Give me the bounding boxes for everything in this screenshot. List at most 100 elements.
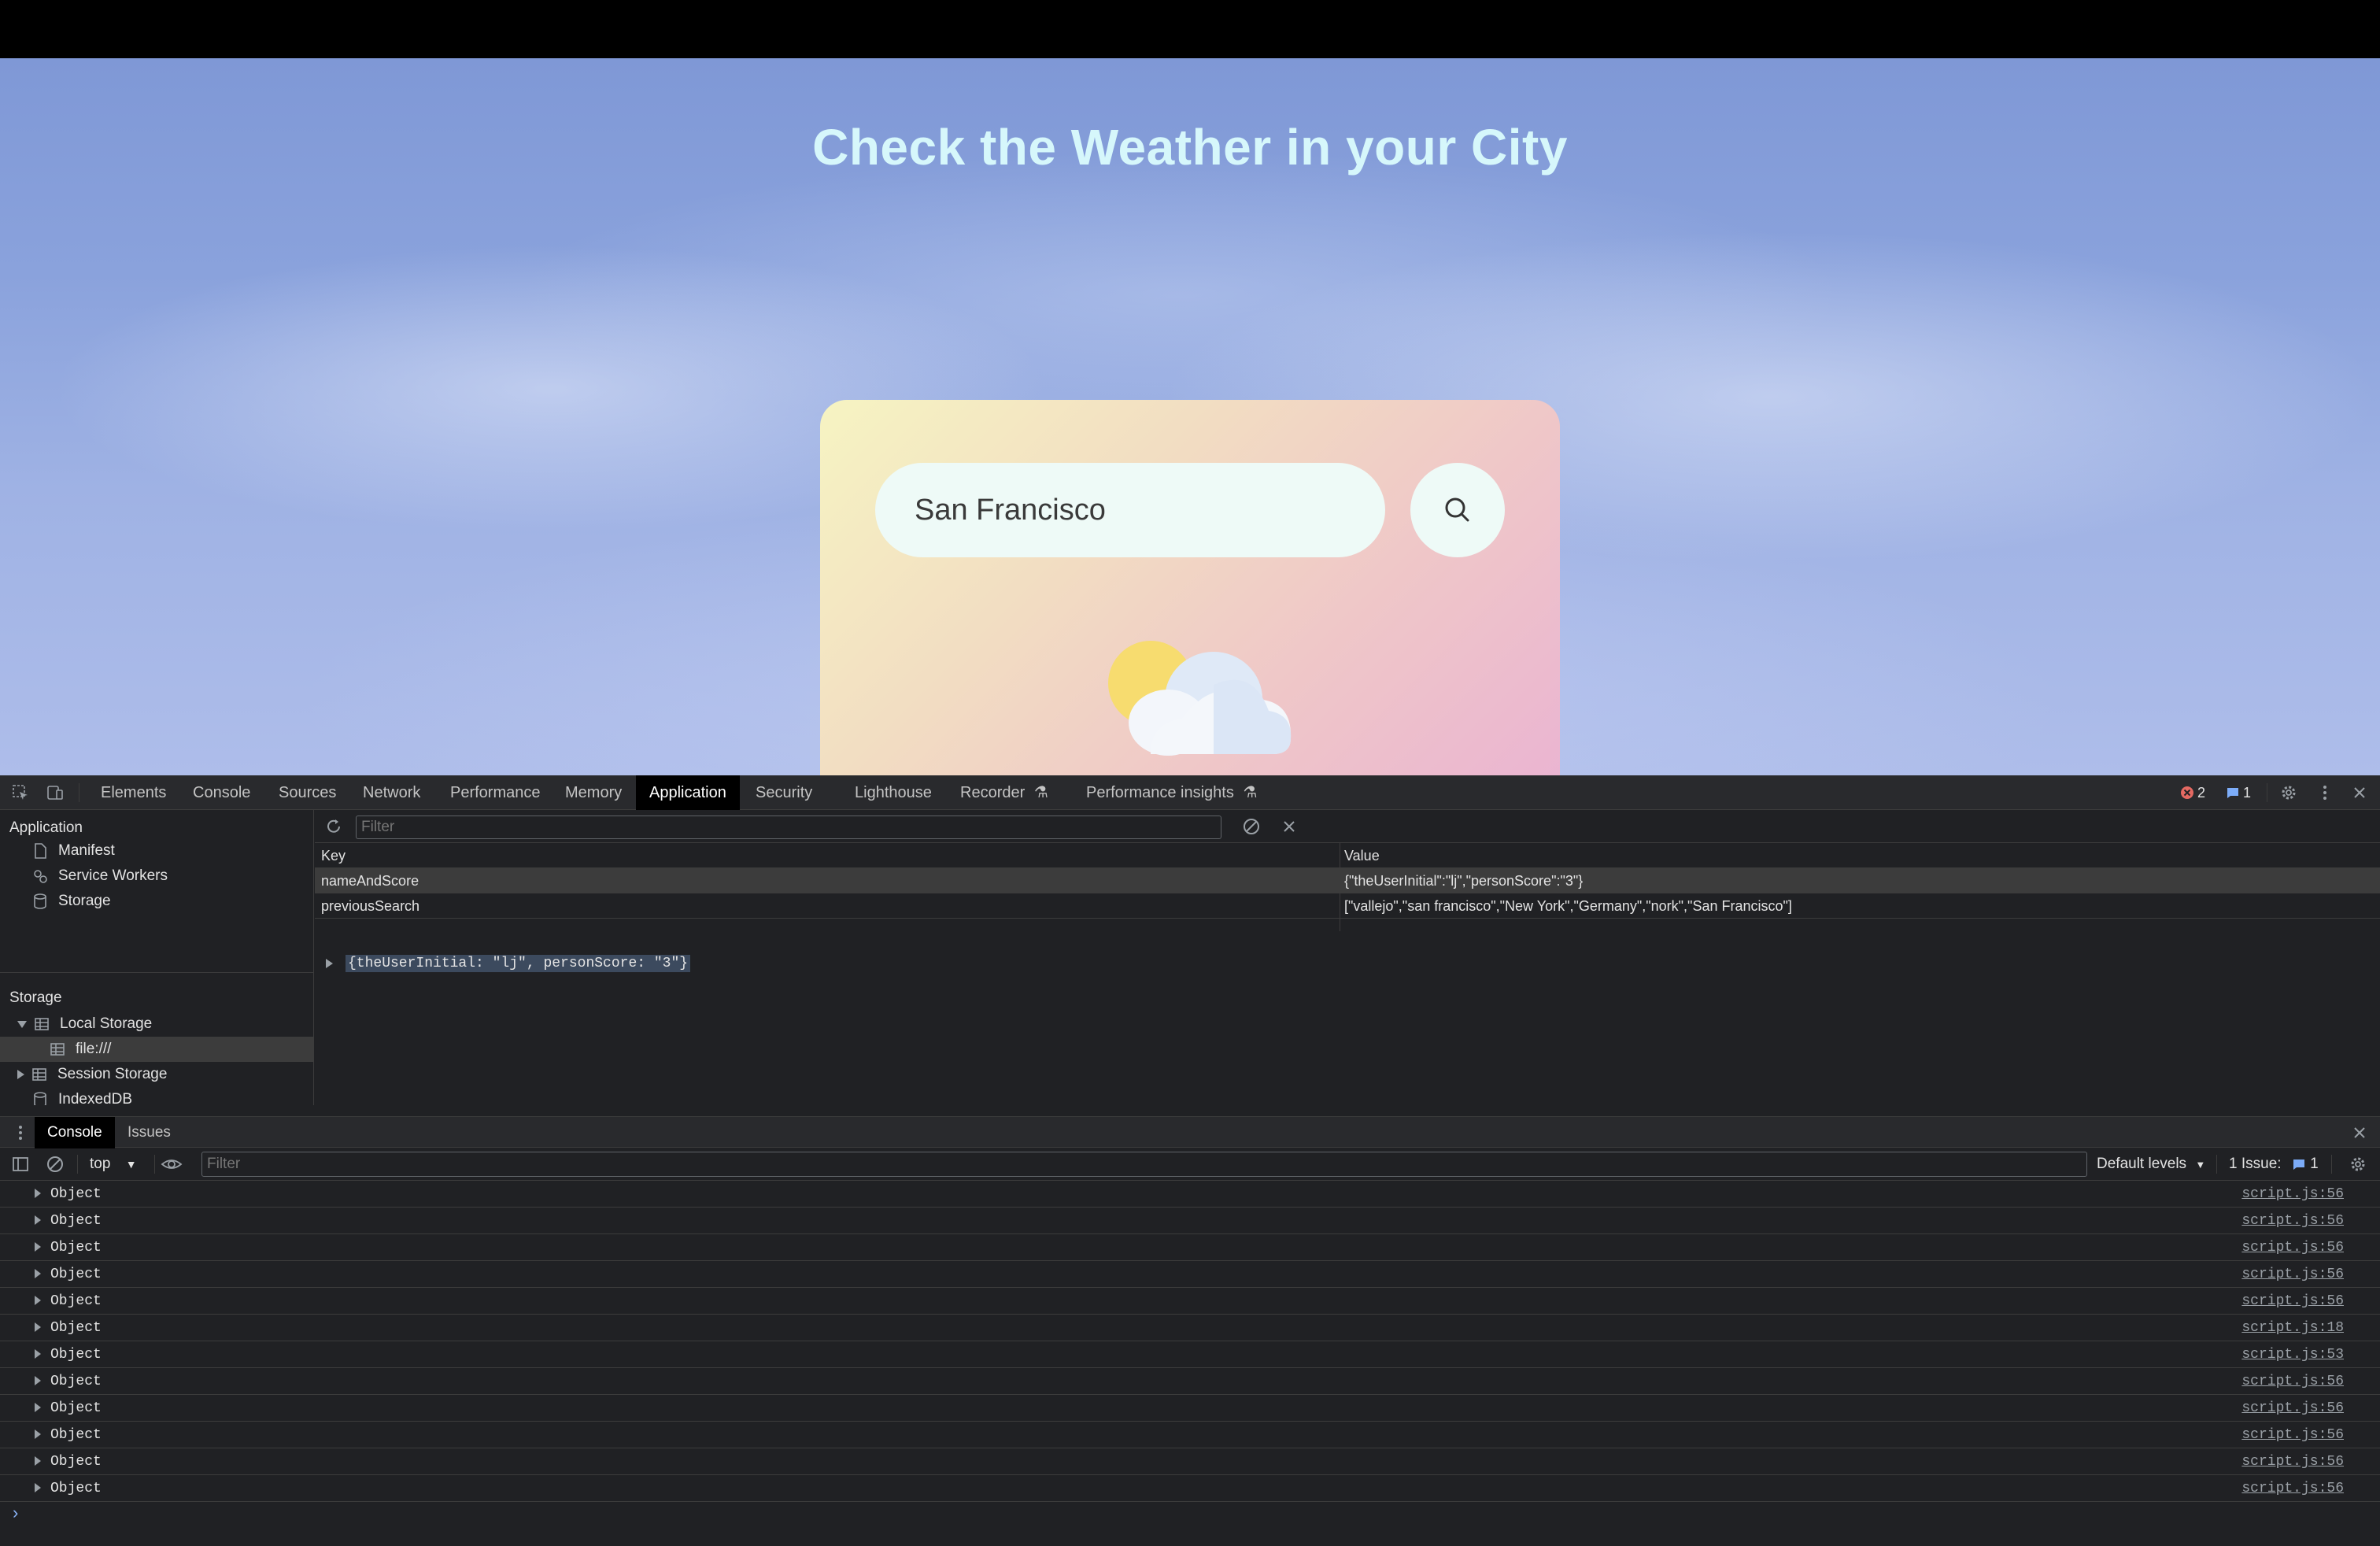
close-icon[interactable] [2350, 783, 2369, 802]
expand-arrow-icon[interactable] [35, 1376, 41, 1385]
console-message-row[interactable]: Object script.js:56 [0, 1208, 2380, 1234]
refresh-icon[interactable] [324, 817, 343, 836]
expand-arrow-icon[interactable] [35, 1429, 41, 1439]
sidebar-item-manifest[interactable]: Manifest [31, 838, 115, 864]
log-levels-dropdown[interactable]: Default levels ▼ [2097, 1148, 2205, 1181]
expand-arrow-icon[interactable] [35, 1215, 41, 1225]
delete-selected-icon[interactable] [1280, 817, 1299, 836]
eye-icon[interactable] [161, 1155, 183, 1174]
row-key: nameAndScore [321, 873, 419, 889]
source-link[interactable]: script.js:56 [2241, 1422, 2344, 1448]
expand-arrow-icon[interactable] [35, 1296, 41, 1305]
tab-elements[interactable]: Elements [101, 775, 166, 810]
source-link[interactable]: script.js:56 [2241, 1475, 2344, 1502]
tab-security[interactable]: Security [756, 775, 812, 810]
console-message: Object [50, 1454, 102, 1470]
search-icon [1445, 497, 1469, 522]
console-message-row[interactable]: Object script.js:53 [0, 1341, 2380, 1368]
column-header-value[interactable]: Value [1344, 843, 1380, 868]
errors-badge[interactable]: 2 [2180, 783, 2205, 802]
source-link[interactable]: script.js:56 [2241, 1395, 2344, 1422]
drawer-tab-issues[interactable]: Issues [128, 1117, 171, 1148]
console-message-row[interactable]: Object script.js:56 [0, 1181, 2380, 1208]
sidebar-toggle-icon[interactable] [11, 1155, 30, 1174]
search-button[interactable] [1410, 463, 1505, 557]
drawer-menu-icon[interactable] [11, 1123, 30, 1142]
expand-arrow-icon[interactable] [35, 1456, 41, 1466]
tab-network[interactable]: Network [363, 775, 420, 810]
sidebar-item-storage[interactable]: Storage [31, 889, 111, 914]
console-message-row[interactable]: Object script.js:56 [0, 1234, 2380, 1261]
value-preview[interactable]: {theUserInitial: "lj", personScore: "3"} [326, 955, 691, 972]
tab-sources[interactable]: Sources [279, 775, 336, 810]
tab-memory[interactable]: Memory [565, 775, 622, 810]
expand-arrow-icon[interactable] [17, 1070, 24, 1079]
context-label: top [90, 1156, 111, 1172]
source-link[interactable]: script.js:53 [2241, 1341, 2344, 1368]
sidebar-item-local-storage[interactable]: Local Storage [17, 1012, 152, 1037]
application-sidebar: Application Manifest Service Workers Sto… [0, 810, 314, 1105]
source-link[interactable]: script.js:56 [2241, 1208, 2344, 1234]
expand-arrow-icon[interactable] [35, 1242, 41, 1252]
inspect-element-icon[interactable] [11, 783, 30, 802]
table-row[interactable]: nameAndScore {"theUserInitial":"lj","per… [315, 868, 2380, 893]
clear-console-icon[interactable] [46, 1155, 65, 1174]
close-icon[interactable] [2350, 1123, 2369, 1142]
gears-icon [34, 870, 47, 883]
sidebar-item-session-storage[interactable]: Session Storage [17, 1062, 167, 1087]
expand-arrow-icon[interactable] [35, 1322, 41, 1332]
table-row[interactable]: previousSearch ["vallejo","san francisco… [315, 893, 2380, 919]
source-link[interactable]: script.js:56 [2241, 1368, 2344, 1395]
city-search-input[interactable] [875, 463, 1385, 557]
source-link[interactable]: script.js:56 [2241, 1448, 2344, 1475]
console-message: Object [50, 1374, 102, 1389]
gear-icon[interactable] [2279, 783, 2298, 802]
console-prompt[interactable]: › [13, 1503, 18, 1523]
expand-arrow-icon[interactable] [17, 1020, 27, 1028]
tab-performance-insights[interactable]: Performance insights ⚗ [1086, 775, 1257, 810]
sidebar-item-file-origin[interactable]: file:/// [0, 1037, 313, 1062]
expand-arrow-icon[interactable] [35, 1269, 41, 1278]
context-selector[interactable]: top ▼ [90, 1148, 137, 1181]
console-filter-input[interactable] [201, 1152, 2087, 1177]
source-link[interactable]: script.js:18 [2241, 1315, 2344, 1341]
source-link[interactable]: script.js:56 [2241, 1261, 2344, 1288]
error-icon [2181, 786, 2193, 799]
console-message-row[interactable]: Object script.js:56 [0, 1368, 2380, 1395]
tab-performance[interactable]: Performance [450, 775, 541, 810]
clear-all-icon[interactable] [1242, 817, 1261, 836]
messages-badge[interactable]: 1 [2226, 783, 2251, 802]
drawer-tabbar: Console Issues [0, 1116, 2380, 1148]
tab-application[interactable]: Application [636, 775, 740, 810]
column-header-key[interactable]: Key [321, 843, 346, 868]
source-link[interactable]: script.js:56 [2241, 1181, 2344, 1208]
expand-arrow-icon[interactable] [35, 1403, 41, 1412]
sidebar-item-indexeddb[interactable]: IndexedDB [31, 1087, 132, 1105]
chevron-down-icon: ▼ [2195, 1159, 2206, 1171]
tab-console[interactable]: Console [193, 775, 250, 810]
tab-lighthouse[interactable]: Lighthouse [855, 775, 932, 810]
more-options-icon[interactable] [2315, 783, 2334, 802]
expand-arrow-icon[interactable] [35, 1189, 41, 1198]
expand-arrow-icon[interactable] [326, 959, 333, 968]
tab-recorder[interactable]: Recorder ⚗ [960, 775, 1048, 810]
console-message-row[interactable]: Object script.js:56 [0, 1261, 2380, 1288]
console-message-row[interactable]: Object script.js:18 [0, 1315, 2380, 1341]
console-message-row[interactable]: Object script.js:56 [0, 1288, 2380, 1315]
console-message-row[interactable]: Object script.js:56 [0, 1395, 2380, 1422]
console-message-row[interactable]: Object script.js:56 [0, 1422, 2380, 1448]
drawer-tab-console[interactable]: Console [35, 1117, 115, 1148]
expand-arrow-icon[interactable] [35, 1483, 41, 1492]
issues-counter[interactable]: 1 Issue: 1 [2229, 1148, 2319, 1181]
console-settings-icon[interactable] [2349, 1155, 2367, 1174]
storage-filter-input[interactable] [356, 816, 1221, 839]
device-toolbar-icon[interactable] [46, 783, 65, 802]
sidebar-item-service-workers[interactable]: Service Workers [31, 864, 168, 889]
console-message-row[interactable]: Object script.js:56 [0, 1448, 2380, 1475]
source-link[interactable]: script.js:56 [2241, 1234, 2344, 1261]
local-storage-pane: Key Value nameAndScore {"theUserInitial"… [315, 810, 2380, 1105]
expand-arrow-icon[interactable] [35, 1349, 41, 1359]
console-message-row[interactable]: Object script.js:56 [0, 1475, 2380, 1502]
source-link[interactable]: script.js:56 [2241, 1288, 2344, 1315]
console-message: Object [50, 1240, 102, 1256]
